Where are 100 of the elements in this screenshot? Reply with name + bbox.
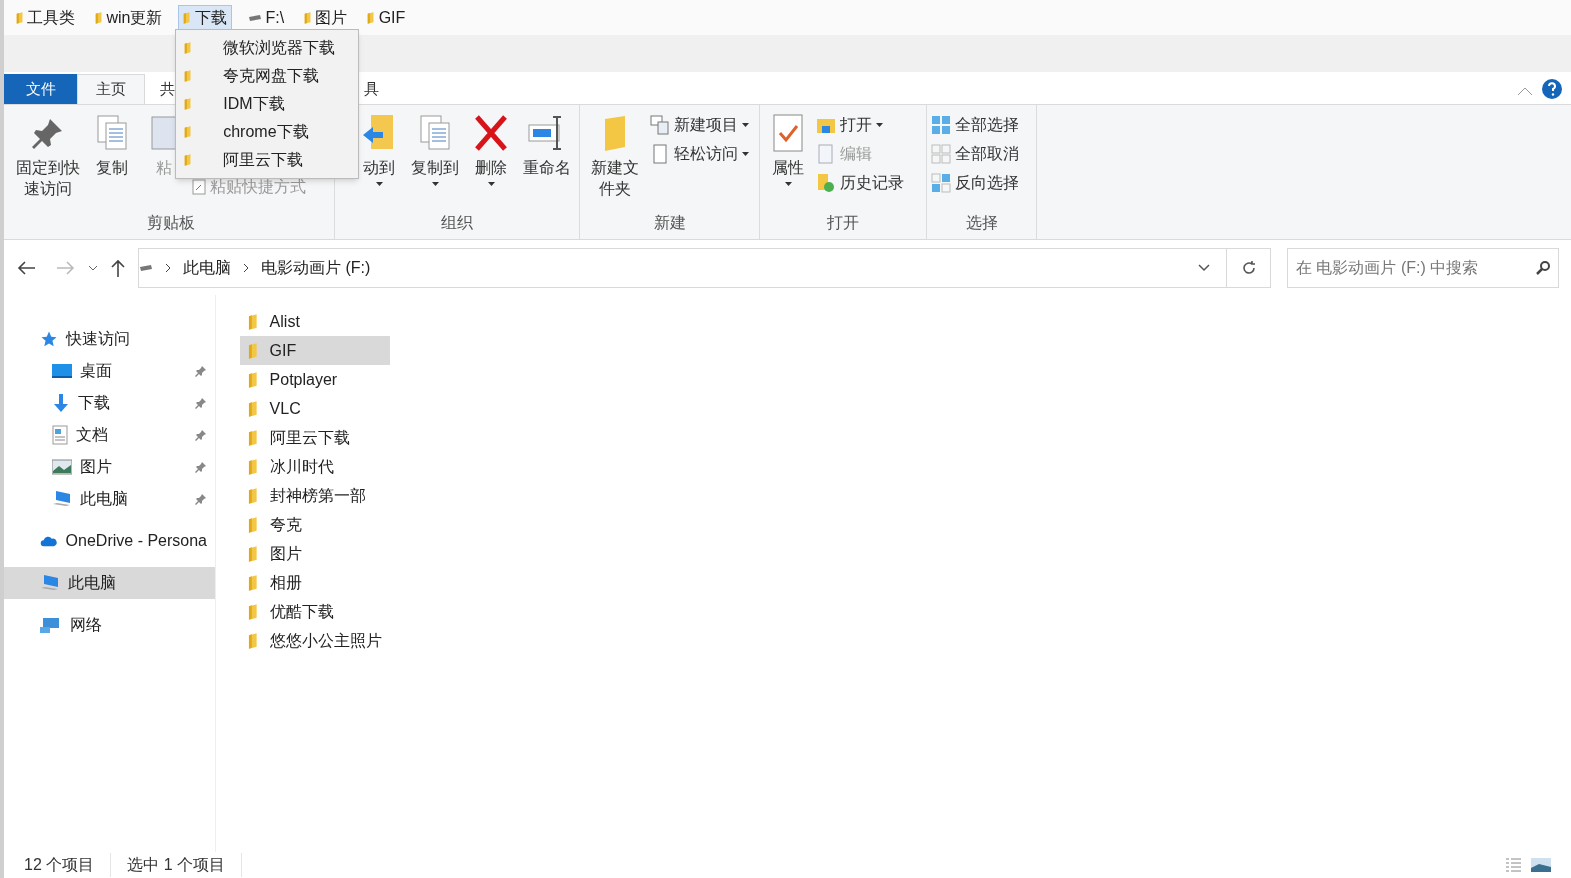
nav-label: 此电脑: [80, 489, 129, 509]
up-icon[interactable]: [110, 257, 126, 278]
ribbon-command[interactable]: 新建文件夹: [584, 113, 646, 211]
bookmark[interactable]: F:\: [243, 4, 289, 31]
nav-item[interactable]: 快速访问: [4, 323, 215, 355]
folder-icon: [248, 342, 258, 359]
shortcut-icon: [192, 179, 206, 195]
breadcrumb[interactable]: 电影动画片 (F:): [261, 255, 371, 280]
star-icon: [40, 330, 58, 348]
nav-item[interactable]: OneDrive - Persona: [4, 525, 215, 557]
file-name: Alist: [269, 311, 300, 332]
nav-item[interactable]: 桌面: [4, 355, 215, 387]
drive-icon: [139, 263, 153, 272]
folder-icon: [248, 313, 258, 330]
nav-item[interactable]: 此电脑: [4, 483, 215, 515]
chevron-right-icon: [165, 262, 171, 273]
folder-icon: [184, 154, 192, 166]
file-item[interactable]: 优酷下载: [240, 597, 390, 626]
computer-icon: [40, 574, 60, 592]
file-item[interactable]: 夸克: [240, 510, 390, 539]
invert-selection-icon: [931, 173, 951, 193]
nav-item[interactable]: 网络: [4, 609, 215, 641]
file-name: Potplayer: [269, 369, 338, 390]
file-name: 夸克: [269, 514, 302, 535]
back-icon[interactable]: [16, 259, 36, 276]
chevron-down-icon[interactable]: [1198, 263, 1210, 272]
file-item[interactable]: 相册: [240, 568, 390, 597]
file-item[interactable]: 阿里云下载: [240, 423, 390, 452]
search-field[interactable]: 在 电影动画片 (F:) 中搜索: [1287, 247, 1559, 288]
file-item[interactable]: Alist: [240, 307, 390, 336]
folder-icon: [248, 487, 258, 504]
caret-icon: [487, 182, 495, 186]
chevron-down-icon[interactable]: [88, 264, 98, 271]
ribbon-command[interactable]: 新建项目: [650, 113, 749, 137]
menu-item[interactable]: 微软浏览器下载: [176, 34, 358, 62]
nav-label: 快速访问: [66, 329, 131, 349]
bookmark[interactable]: 工具类: [12, 4, 80, 31]
folder-icon: [304, 11, 312, 24]
folder-icon: [184, 98, 192, 110]
file-item[interactable]: 悠悠小公主照片: [240, 626, 390, 655]
nav-item[interactable]: 下载: [4, 387, 215, 419]
selection-count: 选中 1 个项目: [111, 853, 243, 877]
nav-item[interactable]: 此电脑: [4, 567, 215, 599]
select-none-icon: [931, 144, 951, 164]
ribbon-command[interactable]: 打开: [816, 113, 904, 137]
pictures-icon: [52, 459, 72, 475]
ribbon-command[interactable]: 全部取消: [931, 142, 1019, 166]
file-item[interactable]: GIF: [240, 336, 390, 365]
folder-icon: [248, 371, 258, 388]
file-name: 阿里云下载: [269, 427, 350, 448]
file-item[interactable]: Potplayer: [240, 365, 390, 394]
nav-label: 桌面: [80, 361, 113, 381]
file-name: 封神榜第一部: [269, 485, 366, 506]
bookmark[interactable]: GIF: [363, 4, 410, 31]
file-item[interactable]: 冰川时代: [240, 452, 390, 481]
ribbon-command[interactable]: 删除: [467, 113, 515, 211]
breadcrumb[interactable]: 此电脑: [183, 255, 231, 280]
ribbon-command[interactable]: 轻松访问: [650, 142, 749, 166]
ribbon-command[interactable]: 属性: [764, 113, 812, 211]
group-title: 选择: [964, 213, 999, 233]
nav-label: OneDrive - Persona: [65, 531, 207, 551]
nav-label: 网络: [70, 615, 103, 635]
ribbon-tab[interactable]: 文件: [4, 74, 77, 104]
file-name: 图片: [269, 543, 302, 564]
file-item[interactable]: 封神榜第一部: [240, 481, 390, 510]
document-icon: [52, 425, 68, 445]
ribbon-command[interactable]: 复制到: [407, 113, 463, 211]
file-item[interactable]: VLC: [240, 394, 390, 423]
item-count: 12 个项目: [24, 853, 112, 877]
search-icon[interactable]: [1535, 259, 1551, 276]
ribbon-command[interactable]: 反向选择: [931, 171, 1019, 195]
thumbnail-view-icon[interactable]: [1531, 858, 1551, 872]
folder-icon: [184, 70, 192, 82]
caret-icon: [742, 123, 749, 127]
caret-icon: [431, 182, 439, 186]
ribbon-command[interactable]: 全部选择: [931, 113, 1019, 137]
ribbon-command[interactable]: 历史记录: [816, 171, 904, 195]
nav-label: 此电脑: [68, 573, 117, 593]
refresh-icon[interactable]: [1240, 259, 1257, 276]
folder-icon: [16, 11, 24, 24]
address-bar[interactable]: 此电脑 电影动画片 (F:): [138, 247, 1271, 288]
nav-label: 图片: [80, 457, 113, 477]
nav-item[interactable]: 图片: [4, 451, 215, 483]
folder-icon: [248, 516, 258, 533]
edit-icon: [816, 144, 836, 164]
ribbon-command[interactable]: 重命名: [519, 113, 575, 211]
ribbon-tab[interactable]: 主页: [77, 74, 145, 104]
nav-item[interactable]: 文档: [4, 419, 215, 451]
caret-icon: [375, 182, 383, 186]
bookmark[interactable]: win更新: [91, 4, 167, 31]
file-name: 冰川时代: [269, 456, 334, 477]
bookmark[interactable]: 下载: [178, 4, 232, 31]
caret-icon: [876, 123, 883, 127]
folder-icon: [183, 11, 191, 24]
caret-icon: [742, 152, 749, 156]
collapse-icon[interactable]: [1517, 86, 1533, 96]
ribbon-command[interactable]: 复制: [88, 113, 136, 211]
ribbon-command[interactable]: 固定到快速访问: [12, 113, 84, 211]
file-item[interactable]: 图片: [240, 539, 390, 568]
help-icon[interactable]: [1541, 78, 1563, 100]
